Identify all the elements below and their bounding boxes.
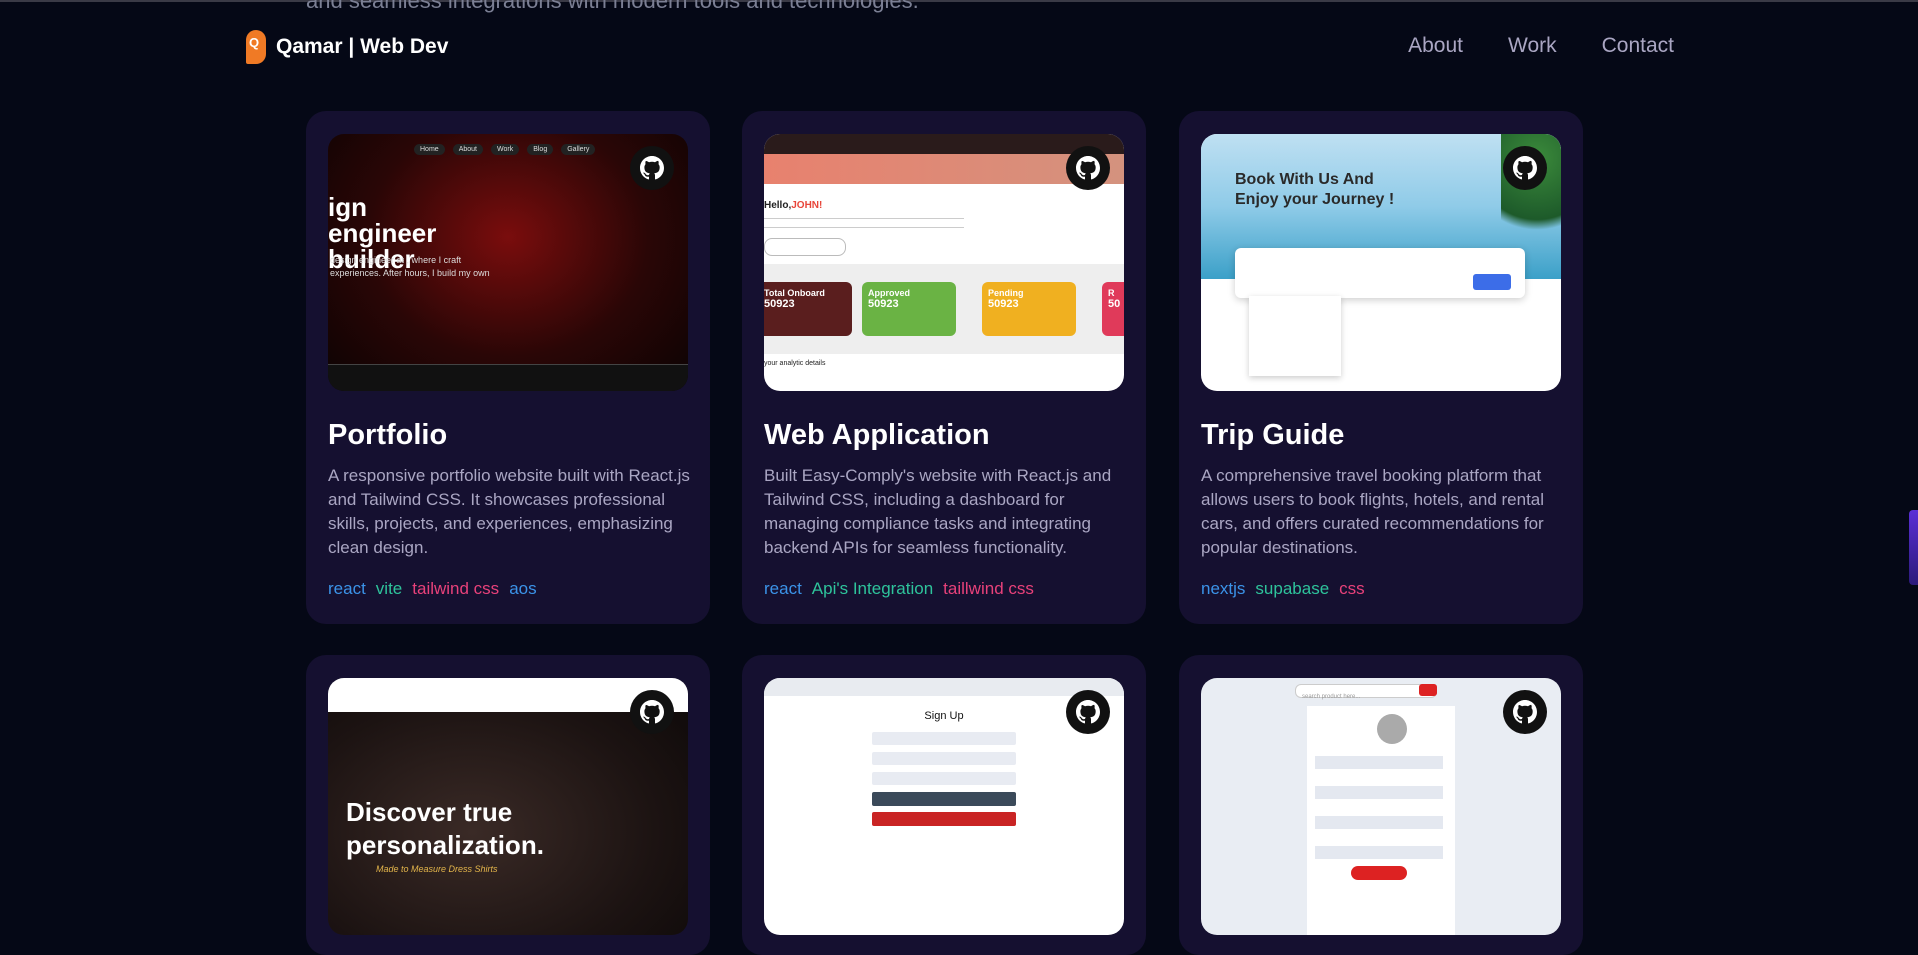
tag: vite [375,579,403,598]
project-thumbnail: Sign Up [764,678,1124,935]
tag: taillwind css [943,579,1034,598]
project-thumbnail: search product here... [1201,678,1561,935]
project-description: Built Easy-Comply's website with React.j… [764,466,1112,557]
logo-text: Qamar | Web Dev [276,35,449,58]
thumb-text: design engineer at , where I craft exper… [330,255,490,278]
scrollbar-thumb[interactable] [1909,510,1918,585]
thumb-search-bar: search product here... [1295,684,1437,700]
thumb-kpi: Approved 50923 [862,282,956,336]
github-icon[interactable] [1503,146,1547,190]
project-title: Trip Guide [1201,419,1345,451]
thumb-kpi: Total Onboard 50923 [764,282,852,336]
project-card-portfolio: Home About Work Blog Gallery ign engineer bu… [306,111,710,624]
project-thumbnail: Book With Us And Enjoy your Journey ! [1201,134,1561,391]
project-title: Portfolio [328,419,448,451]
tag: react [764,579,802,598]
project-thumbnail: Hello,JOHN! Total Onboard 50923 Approved 5… [764,134,1124,391]
thumb-select [764,238,846,256]
project-thumbnail: Discover true personalization. Made to M… [328,678,688,935]
project-card-signup: Sign Up [742,655,1146,955]
github-icon[interactable] [630,690,674,734]
thumb-input [1315,756,1443,769]
project-card-personalization: Discover true personalization. Made to M… [306,655,710,955]
project-card-trip-guide: Book With Us And Enjoy your Journey ! Tr… [1179,111,1583,624]
navbar: Q Qamar | Web Dev About Work Contact [0,0,1918,92]
thumb-lines [764,218,964,228]
nav-contact[interactable]: Contact [1602,34,1674,58]
thumb-search-button [1419,684,1437,696]
thumb-bottom-bar [328,364,688,391]
project-tags: react vite tailwind css aos [328,579,537,599]
thumb-input [1315,846,1443,859]
thumb-input [1315,816,1443,829]
github-icon[interactable] [1066,690,1110,734]
thumb-input [872,732,1016,745]
github-icon[interactable] [1503,690,1547,734]
thumb-booking-panel [1235,248,1525,298]
thumb-subtext: Made to Measure Dress Shirts [376,864,498,874]
project-card-web-application: Hello,JOHN! Total Onboard 50923 Approved 5… [742,111,1146,624]
tag: css [1339,579,1365,598]
thumb-input [872,772,1016,785]
nav-links: About Work Contact [1408,34,1674,58]
tag: supabase [1255,579,1330,598]
thumb-signup-button [872,792,1016,806]
tag: Api's Integration [811,579,934,598]
tag: tailwind css [412,579,500,598]
thumb-menu: Home About Work Blog Gallery [414,144,596,155]
thumb-search-button [1473,274,1511,290]
thumb-section-label: your analytic details [764,360,826,367]
thumb-kpi: R 50 [1102,282,1124,336]
project-description: A responsive portfolio website built wit… [328,466,690,557]
project-tags: nextjs supabase css [1201,579,1365,599]
thumb-topbar [764,678,1124,696]
thumb-input [1315,786,1443,799]
logo-link[interactable]: Q Qamar | Web Dev [246,30,448,64]
thumb-avatar [1377,714,1407,744]
tag: aos [509,579,537,598]
thumb-input [872,752,1016,765]
tag: react [328,579,366,598]
github-icon[interactable] [630,146,674,190]
thumb-heading: Discover true personalization. [346,797,544,860]
thumb-dropdown [1249,296,1341,376]
nav-about[interactable]: About [1408,34,1463,58]
thumb-kpi: Pending 50923 [982,282,1076,336]
thumb-greeting: Hello,JOHN! [764,200,823,211]
thumb-google-button [872,812,1016,826]
thumb-heading: Book With Us And Enjoy your Journey ! [1235,171,1395,208]
project-title: Web Application [764,419,990,451]
project-thumbnail: Home About Work Blog Gallery ign engineer bu… [328,134,688,391]
logo-icon: Q [246,30,266,64]
project-tags: react Api's Integration taillwind css [764,579,1034,599]
tag: nextjs [1201,579,1246,598]
thumb-signup-button [1351,866,1407,880]
github-icon[interactable] [1066,146,1110,190]
project-description: A comprehensive travel booking platform … [1201,466,1545,557]
nav-work[interactable]: Work [1508,34,1557,58]
project-card-registration: search product here... [1179,655,1583,955]
